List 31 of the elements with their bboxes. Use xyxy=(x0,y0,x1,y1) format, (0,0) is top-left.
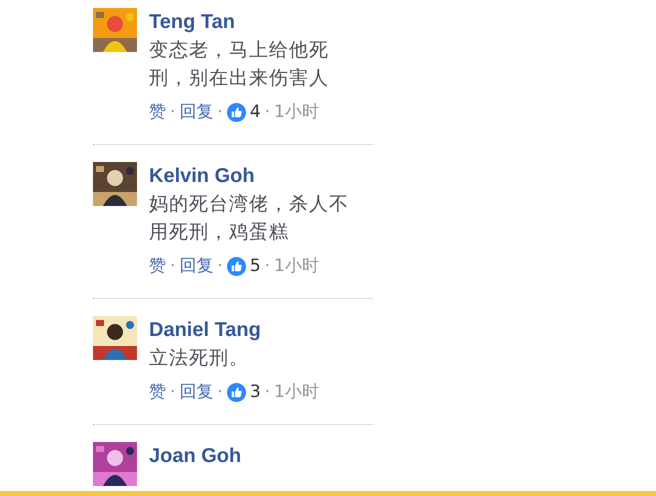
separator: · xyxy=(264,255,270,278)
comment-text: 立法死刑。 xyxy=(149,346,250,371)
author-name[interactable]: Kelvin Goh xyxy=(149,162,255,190)
author-name[interactable]: Daniel Tang xyxy=(149,316,261,344)
separator: · xyxy=(264,381,270,404)
thumbs-up-icon xyxy=(226,256,246,276)
timestamp: 1小时 xyxy=(274,255,319,278)
timestamp: 1小时 xyxy=(274,381,319,404)
separator: · xyxy=(264,101,270,124)
separator: · xyxy=(170,101,176,124)
separator: · xyxy=(217,255,223,278)
like-count: 5 xyxy=(250,255,261,278)
separator: · xyxy=(217,101,223,124)
separator: · xyxy=(217,381,223,404)
author-name[interactable]: Teng Tan xyxy=(149,8,235,36)
reply-link[interactable]: 回复 xyxy=(179,380,214,404)
like-link[interactable]: 赞 xyxy=(149,380,166,404)
timestamp: 1小时 xyxy=(274,101,319,124)
reply-link[interactable]: 回复 xyxy=(179,100,214,124)
thumbs-up-icon xyxy=(226,382,246,402)
like-count: 4 xyxy=(250,101,261,124)
separator: · xyxy=(170,255,176,278)
like-count: 3 xyxy=(250,381,261,404)
author-name[interactable]: Joan Goh xyxy=(149,442,242,470)
comment-text: 妈的死台湾佬，杀人不用死刑，鸡蛋糕 xyxy=(149,192,350,245)
like-link[interactable]: 赞 xyxy=(149,254,166,278)
comment-text: 变态老，马上给他死刑，别在出来伤害人 xyxy=(149,38,330,91)
separator: · xyxy=(170,381,176,404)
like-link[interactable]: 赞 xyxy=(149,100,166,124)
thumbs-up-icon xyxy=(226,102,246,122)
reply-link[interactable]: 回复 xyxy=(179,254,214,278)
